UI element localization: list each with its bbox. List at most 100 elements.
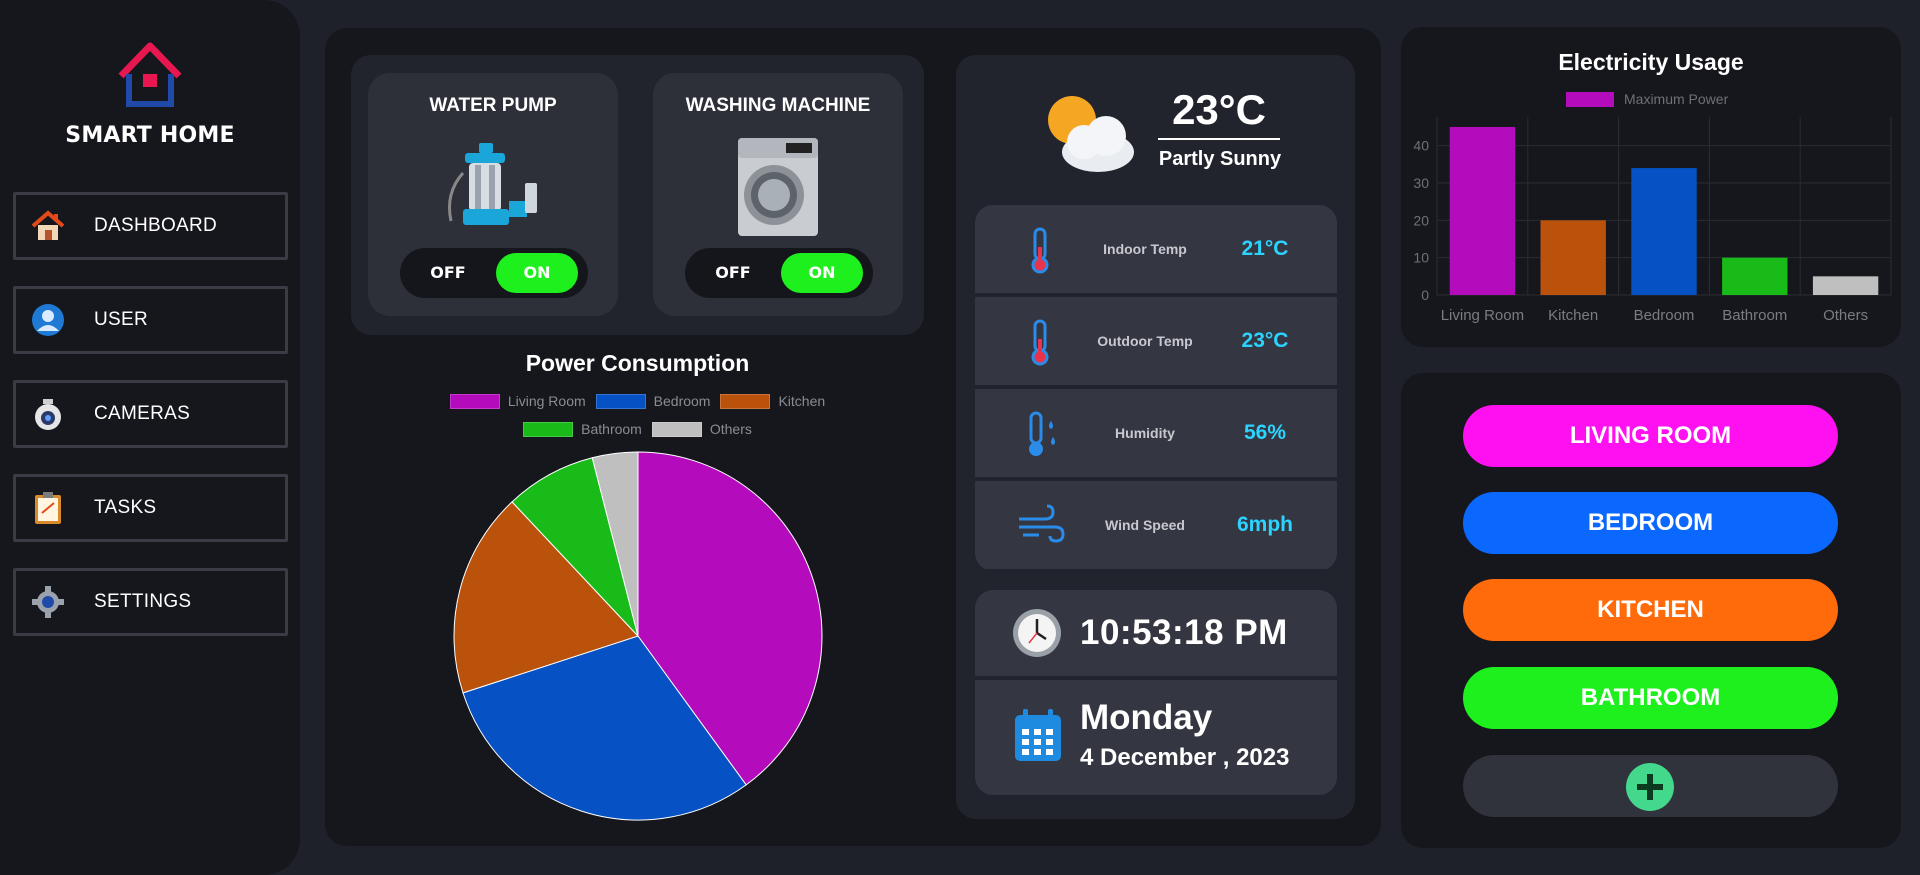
nav-label: SETTINGS [94, 591, 192, 612]
legend-label: Bathroom [581, 421, 642, 437]
on-button[interactable]: ON [781, 253, 863, 293]
power-consumption-title: Power Consumption [525, 350, 750, 376]
legend-item-kitchen[interactable]: Kitchen [720, 393, 825, 409]
stat-humidity: Humidity 56% [975, 389, 1337, 477]
date-row: Monday 4 December , 2023 [975, 680, 1337, 795]
nav-item-dashboard[interactable]: DASHBOARD [13, 192, 288, 260]
x-tick-label: Bathroom [1722, 307, 1787, 324]
add-room-button[interactable] [1463, 755, 1838, 817]
current-time: 10:53:18 PM [1080, 613, 1288, 652]
device-card-water-pump: WATER PUMP OFF ON [368, 73, 618, 316]
legend-swatch [595, 393, 646, 409]
room-button-kitchen[interactable]: KITCHEN [1463, 579, 1838, 641]
legend-label: Others [709, 421, 752, 437]
nav-item-cameras[interactable]: CAMERAS [13, 380, 288, 448]
x-tick-label: Bedroom [1634, 307, 1695, 324]
humidity-icon [1029, 411, 1055, 456]
legend-label: Maximum Power [1624, 91, 1729, 107]
stat-value: 6mph [1236, 513, 1293, 536]
nav-label: USER [94, 309, 148, 330]
stat-value: 23°C [1241, 329, 1289, 352]
pie-legend-row-2: Bathroom Others [351, 421, 924, 437]
stat-label: Wind Speed [1105, 517, 1185, 533]
current-date: 4 December , 2023 [1080, 744, 1290, 771]
plus-icon [1626, 763, 1674, 811]
calendar-icon [1015, 709, 1061, 761]
legend-item-bathroom[interactable]: Bathroom [523, 421, 642, 437]
clock-row: 10:53:18 PM [975, 590, 1337, 676]
partly-sunny-icon [1048, 96, 1134, 172]
device-title: WATER PUMP [429, 95, 557, 116]
room-button-bathroom[interactable]: BATHROOM [1463, 667, 1838, 729]
divider [1158, 138, 1280, 140]
electricity-usage-bar-chart: Electricity Usage Maximum Power 0 10 20 30 40 L… [1413, 49, 1892, 324]
legend-swatch [449, 393, 500, 409]
legend-swatch [651, 421, 702, 437]
home-logo-icon [118, 42, 182, 107]
nav-label: TASKS [94, 497, 157, 518]
user-icon [30, 302, 66, 338]
room-button-bedroom[interactable]: BEDROOM [1463, 492, 1838, 554]
weather-stats: Indoor Temp 21°C Outdoor Temp 23°C Humid… [975, 205, 1337, 571]
thermometer-icon [1031, 227, 1049, 274]
stat-value: 21°C [1241, 237, 1289, 260]
clock-icon [1013, 609, 1061, 657]
clock-panel: 10:53:18 PM Monday 4 December , 2023 [975, 590, 1337, 795]
y-tick-label: 10 [1413, 250, 1429, 266]
bar-kitchen[interactable] [1540, 220, 1606, 295]
y-tick-label: 20 [1413, 212, 1429, 228]
water-pump-icon [448, 143, 537, 225]
stat-indoor-temp: Indoor Temp 21°C [975, 205, 1337, 293]
stat-outdoor-temp: Outdoor Temp 23°C [975, 297, 1337, 385]
nav-label: CAMERAS [94, 403, 191, 424]
power-consumption-pie-chart [453, 451, 823, 821]
legend-label: Living Room [507, 393, 586, 409]
wind-icon [1019, 504, 1065, 543]
device-card-washing-machine: WASHING MACHINE OFF ON [653, 73, 903, 316]
legend-item-bedroom[interactable]: Bedroom [595, 393, 711, 409]
clipboard-icon [30, 490, 66, 526]
stat-label: Indoor Temp [1103, 241, 1187, 257]
weather-description: Partly Sunny [1158, 148, 1282, 170]
legend-swatch [523, 421, 574, 437]
legend-item-others[interactable]: Others [651, 421, 752, 437]
nav-item-user[interactable]: USER [13, 286, 288, 354]
gear-icon [30, 584, 66, 620]
nav-item-settings[interactable]: SETTINGS [13, 568, 288, 636]
x-tick-label: Living Room [1441, 307, 1524, 324]
y-tick-label: 30 [1413, 175, 1429, 191]
legend-swatch [1566, 92, 1614, 107]
off-button[interactable]: OFF [693, 253, 773, 293]
sidebar: SMART HOME DASHBOARD USER CAMERAS TASKS … [0, 0, 300, 875]
camera-icon [30, 396, 66, 432]
room-button-living-room[interactable]: LIVING ROOM [1463, 405, 1838, 467]
stat-label: Outdoor Temp [1097, 333, 1193, 349]
thermometer-icon [1031, 319, 1049, 366]
nav-item-tasks[interactable]: TASKS [13, 474, 288, 542]
on-button[interactable]: ON [496, 253, 578, 293]
legend-swatch [720, 393, 771, 409]
x-tick-label: Kitchen [1548, 307, 1598, 324]
bar-others[interactable] [1812, 276, 1879, 295]
legend-item-living-room[interactable]: Living Room [449, 393, 586, 409]
stat-value: 56% [1243, 421, 1287, 444]
house-icon [30, 208, 66, 244]
washing-machine-icon [738, 138, 818, 236]
brand-name: SMART HOME [65, 123, 235, 148]
y-tick-label: 40 [1413, 138, 1429, 154]
current-day: Monday [1080, 698, 1213, 737]
bar-bedroom[interactable] [1631, 168, 1697, 295]
power-toggle: OFF ON [685, 248, 873, 298]
y-tick-label: 0 [1421, 287, 1429, 303]
stat-label: Humidity [1115, 425, 1175, 441]
current-temperature: 23°C [1172, 86, 1266, 133]
bar-living-room[interactable] [1449, 127, 1516, 295]
legend-label: Kitchen [778, 393, 826, 409]
x-tick-label: Others [1823, 307, 1868, 324]
off-button[interactable]: OFF [408, 253, 488, 293]
power-toggle: OFF ON [400, 248, 588, 298]
legend-label: Bedroom [653, 393, 711, 409]
device-title: WASHING MACHINE [685, 95, 871, 116]
nav-label: DASHBOARD [94, 215, 218, 236]
bar-bathroom[interactable] [1722, 257, 1788, 295]
